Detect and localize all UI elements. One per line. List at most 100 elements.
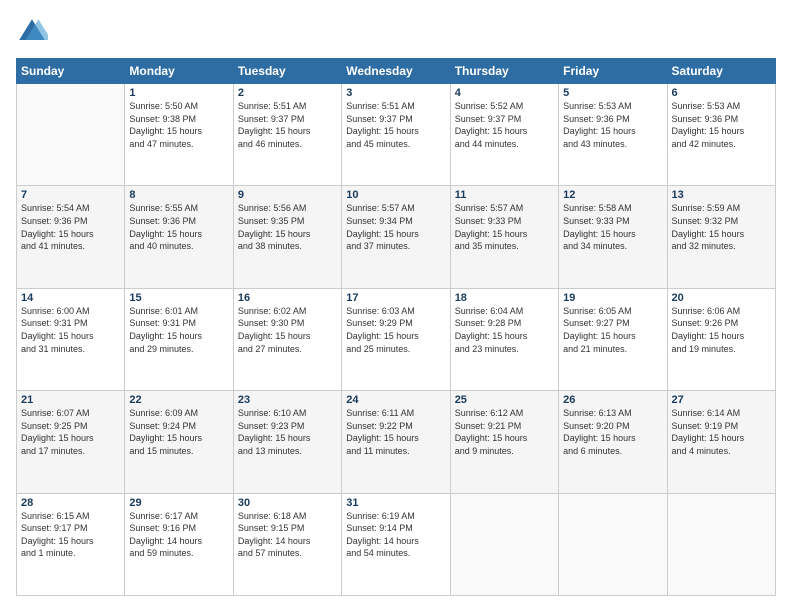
day-info: Sunrise: 6:00 AM Sunset: 9:31 PM Dayligh… — [21, 305, 120, 355]
day-number: 5 — [563, 87, 662, 99]
day-number: 23 — [238, 394, 337, 406]
calendar-cell: 24Sunrise: 6:11 AM Sunset: 9:22 PM Dayli… — [342, 391, 450, 493]
day-info: Sunrise: 6:03 AM Sunset: 9:29 PM Dayligh… — [346, 305, 445, 355]
calendar-cell: 19Sunrise: 6:05 AM Sunset: 9:27 PM Dayli… — [559, 288, 667, 390]
calendar-cell: 3Sunrise: 5:51 AM Sunset: 9:37 PM Daylig… — [342, 84, 450, 186]
week-row: 7Sunrise: 5:54 AM Sunset: 9:36 PM Daylig… — [17, 186, 776, 288]
logo — [16, 16, 52, 48]
day-number: 31 — [346, 497, 445, 509]
day-info: Sunrise: 5:57 AM Sunset: 9:34 PM Dayligh… — [346, 202, 445, 252]
calendar-table: SundayMondayTuesdayWednesdayThursdayFrid… — [16, 58, 776, 596]
day-number: 6 — [672, 87, 771, 99]
week-row: 28Sunrise: 6:15 AM Sunset: 9:17 PM Dayli… — [17, 493, 776, 595]
day-info: Sunrise: 5:53 AM Sunset: 9:36 PM Dayligh… — [563, 100, 662, 150]
calendar-cell: 10Sunrise: 5:57 AM Sunset: 9:34 PM Dayli… — [342, 186, 450, 288]
calendar-cell: 30Sunrise: 6:18 AM Sunset: 9:15 PM Dayli… — [233, 493, 341, 595]
day-info: Sunrise: 6:04 AM Sunset: 9:28 PM Dayligh… — [455, 305, 554, 355]
header-row: SundayMondayTuesdayWednesdayThursdayFrid… — [17, 59, 776, 84]
day-info: Sunrise: 5:50 AM Sunset: 9:38 PM Dayligh… — [129, 100, 228, 150]
calendar-cell: 18Sunrise: 6:04 AM Sunset: 9:28 PM Dayli… — [450, 288, 558, 390]
day-info: Sunrise: 5:51 AM Sunset: 9:37 PM Dayligh… — [238, 100, 337, 150]
day-info: Sunrise: 5:52 AM Sunset: 9:37 PM Dayligh… — [455, 100, 554, 150]
day-info: Sunrise: 6:02 AM Sunset: 9:30 PM Dayligh… — [238, 305, 337, 355]
day-number: 12 — [563, 189, 662, 201]
day-number: 2 — [238, 87, 337, 99]
day-info: Sunrise: 6:19 AM Sunset: 9:14 PM Dayligh… — [346, 510, 445, 560]
day-number: 15 — [129, 292, 228, 304]
week-row: 1Sunrise: 5:50 AM Sunset: 9:38 PM Daylig… — [17, 84, 776, 186]
day-number: 22 — [129, 394, 228, 406]
day-number: 4 — [455, 87, 554, 99]
calendar-cell: 13Sunrise: 5:59 AM Sunset: 9:32 PM Dayli… — [667, 186, 775, 288]
calendar-cell: 21Sunrise: 6:07 AM Sunset: 9:25 PM Dayli… — [17, 391, 125, 493]
week-row: 21Sunrise: 6:07 AM Sunset: 9:25 PM Dayli… — [17, 391, 776, 493]
day-info: Sunrise: 6:14 AM Sunset: 9:19 PM Dayligh… — [672, 407, 771, 457]
day-info: Sunrise: 5:59 AM Sunset: 9:32 PM Dayligh… — [672, 202, 771, 252]
calendar-cell — [559, 493, 667, 595]
day-info: Sunrise: 6:06 AM Sunset: 9:26 PM Dayligh… — [672, 305, 771, 355]
day-number: 21 — [21, 394, 120, 406]
day-info: Sunrise: 6:15 AM Sunset: 9:17 PM Dayligh… — [21, 510, 120, 560]
header-day: Monday — [125, 59, 233, 84]
day-info: Sunrise: 6:17 AM Sunset: 9:16 PM Dayligh… — [129, 510, 228, 560]
day-number: 17 — [346, 292, 445, 304]
calendar-cell — [450, 493, 558, 595]
calendar-cell: 6Sunrise: 5:53 AM Sunset: 9:36 PM Daylig… — [667, 84, 775, 186]
day-info: Sunrise: 6:09 AM Sunset: 9:24 PM Dayligh… — [129, 407, 228, 457]
calendar-cell: 11Sunrise: 5:57 AM Sunset: 9:33 PM Dayli… — [450, 186, 558, 288]
day-info: Sunrise: 6:05 AM Sunset: 9:27 PM Dayligh… — [563, 305, 662, 355]
day-number: 18 — [455, 292, 554, 304]
day-number: 8 — [129, 189, 228, 201]
header — [16, 16, 776, 48]
calendar-cell: 17Sunrise: 6:03 AM Sunset: 9:29 PM Dayli… — [342, 288, 450, 390]
header-day: Tuesday — [233, 59, 341, 84]
day-number: 14 — [21, 292, 120, 304]
calendar-cell: 2Sunrise: 5:51 AM Sunset: 9:37 PM Daylig… — [233, 84, 341, 186]
calendar-cell: 29Sunrise: 6:17 AM Sunset: 9:16 PM Dayli… — [125, 493, 233, 595]
calendar-cell: 14Sunrise: 6:00 AM Sunset: 9:31 PM Dayli… — [17, 288, 125, 390]
day-info: Sunrise: 6:11 AM Sunset: 9:22 PM Dayligh… — [346, 407, 445, 457]
page: SundayMondayTuesdayWednesdayThursdayFrid… — [0, 0, 792, 612]
day-info: Sunrise: 6:07 AM Sunset: 9:25 PM Dayligh… — [21, 407, 120, 457]
header-day: Wednesday — [342, 59, 450, 84]
day-number: 30 — [238, 497, 337, 509]
calendar-cell: 25Sunrise: 6:12 AM Sunset: 9:21 PM Dayli… — [450, 391, 558, 493]
day-number: 26 — [563, 394, 662, 406]
day-number: 1 — [129, 87, 228, 99]
day-info: Sunrise: 5:55 AM Sunset: 9:36 PM Dayligh… — [129, 202, 228, 252]
calendar-cell: 26Sunrise: 6:13 AM Sunset: 9:20 PM Dayli… — [559, 391, 667, 493]
day-info: Sunrise: 5:51 AM Sunset: 9:37 PM Dayligh… — [346, 100, 445, 150]
week-row: 14Sunrise: 6:00 AM Sunset: 9:31 PM Dayli… — [17, 288, 776, 390]
calendar-cell — [17, 84, 125, 186]
calendar-cell: 5Sunrise: 5:53 AM Sunset: 9:36 PM Daylig… — [559, 84, 667, 186]
calendar-cell: 28Sunrise: 6:15 AM Sunset: 9:17 PM Dayli… — [17, 493, 125, 595]
day-number: 9 — [238, 189, 337, 201]
calendar-cell: 31Sunrise: 6:19 AM Sunset: 9:14 PM Dayli… — [342, 493, 450, 595]
calendar-cell: 23Sunrise: 6:10 AM Sunset: 9:23 PM Dayli… — [233, 391, 341, 493]
calendar-cell — [667, 493, 775, 595]
day-number: 3 — [346, 87, 445, 99]
day-number: 29 — [129, 497, 228, 509]
day-number: 10 — [346, 189, 445, 201]
day-number: 11 — [455, 189, 554, 201]
day-info: Sunrise: 6:13 AM Sunset: 9:20 PM Dayligh… — [563, 407, 662, 457]
calendar-cell: 9Sunrise: 5:56 AM Sunset: 9:35 PM Daylig… — [233, 186, 341, 288]
day-number: 7 — [21, 189, 120, 201]
calendar-cell: 15Sunrise: 6:01 AM Sunset: 9:31 PM Dayli… — [125, 288, 233, 390]
day-number: 25 — [455, 394, 554, 406]
day-info: Sunrise: 6:01 AM Sunset: 9:31 PM Dayligh… — [129, 305, 228, 355]
calendar-cell: 1Sunrise: 5:50 AM Sunset: 9:38 PM Daylig… — [125, 84, 233, 186]
day-info: Sunrise: 5:58 AM Sunset: 9:33 PM Dayligh… — [563, 202, 662, 252]
header-day: Sunday — [17, 59, 125, 84]
day-number: 27 — [672, 394, 771, 406]
day-number: 28 — [21, 497, 120, 509]
calendar-cell: 8Sunrise: 5:55 AM Sunset: 9:36 PM Daylig… — [125, 186, 233, 288]
day-number: 13 — [672, 189, 771, 201]
day-number: 19 — [563, 292, 662, 304]
logo-icon — [16, 16, 48, 48]
header-day: Friday — [559, 59, 667, 84]
calendar-cell: 4Sunrise: 5:52 AM Sunset: 9:37 PM Daylig… — [450, 84, 558, 186]
day-info: Sunrise: 5:56 AM Sunset: 9:35 PM Dayligh… — [238, 202, 337, 252]
day-number: 24 — [346, 394, 445, 406]
header-day: Saturday — [667, 59, 775, 84]
